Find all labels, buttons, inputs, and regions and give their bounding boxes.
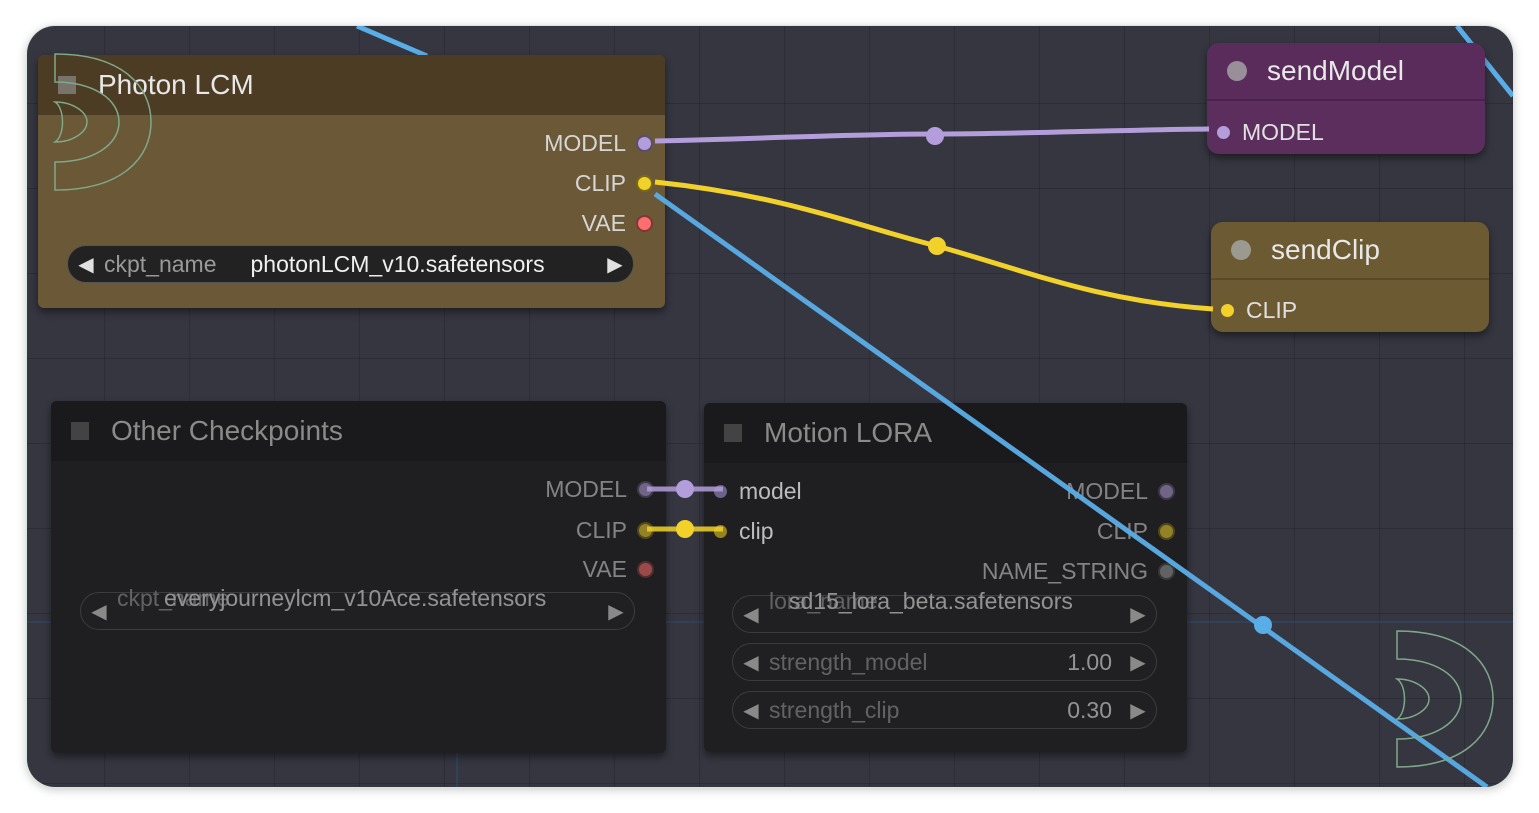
wire-midpoint-handle[interactable] xyxy=(1254,616,1272,634)
node-title-bar[interactable]: Other Checkpoints xyxy=(51,401,666,461)
arrow-left-icon[interactable]: ◀ xyxy=(68,252,104,277)
link-wire-blue-top xyxy=(356,26,428,59)
arrow-left-icon[interactable]: ◀ xyxy=(733,602,769,627)
node-title-bar[interactable]: sendClip xyxy=(1211,222,1489,280)
slot-label: MODEL xyxy=(1066,478,1148,504)
output-slot-model[interactable]: MODEL xyxy=(544,130,653,157)
output-pin[interactable] xyxy=(637,481,654,498)
output-pin[interactable] xyxy=(637,522,654,539)
watermark-logo-icon xyxy=(1395,630,1494,768)
lora-name-combo[interactable]: ◀ lora_name sd15_lora_beta.safetensors ▶ xyxy=(732,588,1157,633)
widget-value: 0.30 xyxy=(1067,696,1112,723)
arrow-right-icon[interactable]: ▶ xyxy=(1120,602,1156,627)
node-title: sendClip xyxy=(1271,234,1380,265)
ckpt-name-combo[interactable]: ◀ ckpt_name photonLCM_v10.safetensors ▶ xyxy=(67,245,634,283)
node-title-bar[interactable]: sendModel xyxy=(1207,43,1485,101)
output-pin[interactable] xyxy=(636,135,653,152)
output-slot-vae[interactable]: VAE xyxy=(582,210,653,237)
arrow-left-icon[interactable]: ◀ xyxy=(733,698,769,723)
slot-label: VAE xyxy=(581,210,626,236)
output-slot-model[interactable]: MODEL xyxy=(545,476,654,503)
slot-label: model xyxy=(739,478,802,504)
output-slot-vae[interactable]: VAE xyxy=(583,556,654,583)
link-wire-clip xyxy=(654,179,1214,312)
input-pin[interactable] xyxy=(714,525,727,538)
node-send-model[interactable]: sendModel MODEL xyxy=(1207,43,1485,154)
output-slot-clip[interactable]: CLIP xyxy=(576,517,654,544)
node-photon-lcm[interactable]: Photon LCM MODEL CLIP VAE ◀ ckpt_name ph… xyxy=(38,55,665,308)
slot-label: CLIP xyxy=(575,517,627,543)
collapse-toggle-icon[interactable] xyxy=(724,424,742,442)
wire-midpoint-handle[interactable] xyxy=(928,237,946,255)
slot-label: NAME_STRING xyxy=(981,558,1148,584)
input-pin[interactable] xyxy=(1217,126,1230,139)
node-title: Photon LCM xyxy=(98,69,254,100)
node-title: Other Checkpoints xyxy=(111,415,343,446)
slot-label: MODEL xyxy=(545,476,627,502)
strength-model-slider[interactable]: ◀ strength_model 1.00 ▶ xyxy=(732,643,1157,681)
node-graph-canvas[interactable]: Photon LCM MODEL CLIP VAE ◀ ckpt_name ph… xyxy=(27,26,1513,787)
widget-value: everyjourneylcm_v10Ace.safetensors xyxy=(164,584,547,611)
slot-label: MODEL xyxy=(544,130,626,156)
slot-label: CLIP xyxy=(1096,518,1148,544)
output-slot-name-string[interactable]: NAME_STRING xyxy=(982,558,1175,585)
arrow-right-icon[interactable]: ▶ xyxy=(598,599,634,624)
node-send-clip[interactable]: sendClip CLIP xyxy=(1211,222,1489,332)
input-slot-clip[interactable]: CLIP xyxy=(1221,297,1297,324)
widget-value: sd15_lora_beta.safetensors xyxy=(789,587,1073,614)
collapse-toggle-icon[interactable] xyxy=(58,76,76,94)
slot-label: clip xyxy=(739,518,774,544)
node-title: Motion LORA xyxy=(764,417,933,448)
input-slot-model[interactable]: MODEL xyxy=(1217,119,1324,146)
node-title-bar[interactable]: Photon LCM xyxy=(38,55,665,115)
input-slot-clip[interactable]: clip xyxy=(714,518,774,545)
node-title-bar[interactable]: Motion LORA xyxy=(704,403,1187,463)
wire-midpoint-handle[interactable] xyxy=(676,520,694,538)
arrow-left-icon[interactable]: ◀ xyxy=(81,599,117,624)
slot-label: CLIP xyxy=(574,170,626,196)
wire-midpoint-handle[interactable] xyxy=(676,480,694,498)
output-slot-clip[interactable]: CLIP xyxy=(1097,518,1175,545)
arrow-left-icon[interactable]: ◀ xyxy=(733,650,769,675)
widget-label: strength_clip xyxy=(769,696,900,723)
widget-label: ckpt_name xyxy=(104,250,217,277)
input-pin[interactable] xyxy=(1221,304,1234,317)
output-pin[interactable] xyxy=(1158,523,1175,540)
output-pin[interactable] xyxy=(636,175,653,192)
slot-label: VAE xyxy=(582,556,627,582)
node-other-checkpoints[interactable]: Other Checkpoints MODEL CLIP VAE ◀ ckpt_… xyxy=(51,401,666,753)
input-pin[interactable] xyxy=(714,485,727,498)
slot-label: CLIP xyxy=(1246,297,1298,323)
output-slot-clip[interactable]: CLIP xyxy=(575,170,653,197)
collapse-dot-icon[interactable] xyxy=(1231,240,1251,260)
strength-clip-slider[interactable]: ◀ strength_clip 0.30 ▶ xyxy=(732,691,1157,729)
output-pin[interactable] xyxy=(636,215,653,232)
collapse-dot-icon[interactable] xyxy=(1227,61,1247,81)
link-wire-model xyxy=(654,126,1210,144)
widget-value: photonLCM_v10.safetensors xyxy=(250,250,545,277)
output-pin[interactable] xyxy=(1158,563,1175,580)
wire-midpoint-handle[interactable] xyxy=(926,127,944,145)
input-slot-model[interactable]: model xyxy=(714,478,802,505)
output-pin[interactable] xyxy=(637,561,654,578)
node-motion-lora[interactable]: Motion LORA model clip MODEL CLIP NAME_S… xyxy=(704,403,1187,752)
output-pin[interactable] xyxy=(1158,483,1175,500)
output-slot-model[interactable]: MODEL xyxy=(1066,478,1175,505)
widget-value: 1.00 xyxy=(1067,648,1112,675)
node-title: sendModel xyxy=(1267,55,1404,86)
arrow-right-icon[interactable]: ▶ xyxy=(1120,650,1156,675)
slot-label: MODEL xyxy=(1242,119,1324,145)
ckpt-name-combo[interactable]: ◀ ckpt_name everyjourneylcm_v10Ace.safet… xyxy=(80,585,635,630)
widget-label: strength_model xyxy=(769,648,928,675)
arrow-right-icon[interactable]: ▶ xyxy=(1120,698,1156,723)
collapse-toggle-icon[interactable] xyxy=(71,422,89,440)
arrow-right-icon[interactable]: ▶ xyxy=(597,252,633,277)
